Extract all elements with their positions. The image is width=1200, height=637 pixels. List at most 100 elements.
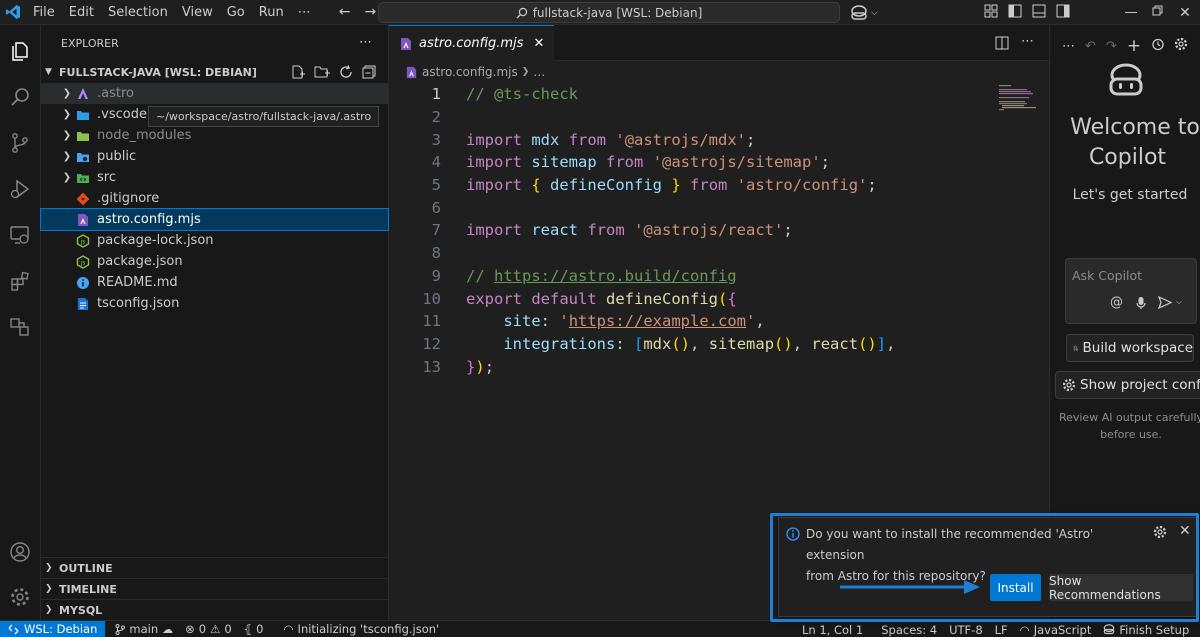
tree-item-astro-folder[interactable]: ❯ .astro <box>41 83 388 104</box>
mysql-section[interactable]: ❯ MYSQL <box>41 599 388 620</box>
menu-view[interactable]: View <box>175 0 220 25</box>
tree-item-astro-config[interactable]: astro.config.mjs <box>40 208 389 231</box>
run-debug-icon[interactable] <box>8 177 32 201</box>
outline-label: OUTLINE <box>59 561 113 575</box>
code-editor[interactable]: 1// @ts-check 2 3 import mdx from '@astro… <box>389 83 999 378</box>
git-branch-icon <box>115 623 126 635</box>
history-icon[interactable] <box>1151 38 1164 55</box>
new-chat-icon[interactable]: + <box>1127 36 1141 56</box>
new-file-icon[interactable] <box>291 65 305 82</box>
tree-item-tsconfig[interactable]: tsconfig.json <box>41 293 388 314</box>
more-actions-icon[interactable]: ⋯ <box>359 35 373 50</box>
menu-selection[interactable]: Selection <box>101 0 175 25</box>
remote-icon <box>8 624 19 634</box>
send-icon[interactable] <box>1157 295 1173 313</box>
tab-astro-config[interactable]: astro.config.mjs ✕ <box>389 25 555 61</box>
toggle-primary-sidebar-icon[interactable] <box>1008 4 1022 22</box>
encoding[interactable]: UTF-8 <box>943 623 989 637</box>
restore-icon[interactable] <box>1144 5 1170 20</box>
ports-indicator[interactable]: ⦃ 0 <box>238 622 270 636</box>
menu-more[interactable]: ⋯ <box>291 0 318 25</box>
undo-icon[interactable]: ↶ <box>1085 39 1096 54</box>
tree-item-label: node_modules <box>97 128 192 143</box>
problems-indicator[interactable]: ⊗ 0 ⚠ 0 <box>179 622 238 636</box>
accounts-icon[interactable] <box>8 540 32 564</box>
breadcrumb-more[interactable]: … <box>533 65 545 79</box>
extensions-icon[interactable] <box>8 269 32 293</box>
notifications-bell-icon[interactable]: 🕭 <box>1195 620 1200 637</box>
loading-spinner-icon: ◠ <box>1019 622 1030 637</box>
customize-layout-icon[interactable] <box>984 4 998 22</box>
line-number: 4 <box>431 153 441 172</box>
copilot-more-icon[interactable]: ⋯ <box>1062 39 1075 54</box>
line-number: 13 <box>422 357 441 376</box>
line-number: 10 <box>422 289 441 308</box>
build-workspace-button[interactable]: Build workspace <box>1066 334 1194 362</box>
minimap[interactable] <box>997 83 1039 113</box>
language-label: JavaScript <box>1033 622 1092 637</box>
show-project-config-label: Show project config <box>1080 377 1200 393</box>
explorer-icon[interactable] <box>8 39 32 63</box>
tree-item-public-folder[interactable]: ❯ public <box>41 146 388 167</box>
cursor-position[interactable]: Ln 1, Col 1 <box>796 623 869 637</box>
finish-setup-button[interactable]: Finish Setup <box>1097 623 1195 637</box>
close-window-icon[interactable]: ✕ <box>1170 5 1200 21</box>
minimize-icon[interactable]: — <box>1118 5 1144 20</box>
tree-item-node-modules-folder[interactable]: ❯ node_modules <box>41 125 388 146</box>
chevron-down-icon[interactable]: ⌵ <box>1176 297 1182 307</box>
vscode-logo-icon[interactable] <box>0 0 26 25</box>
breadcrumb-file[interactable]: astro.config.mjs <box>422 65 518 79</box>
nodejs-icon: js <box>75 233 91 249</box>
workspace-root[interactable]: ▼ FULLSTACK-JAVA [WSL: DEBIAN] <box>41 61 388 83</box>
task-status: ◠ Initializing 'tsconfig.json' <box>278 622 446 636</box>
tree-item-package-lock[interactable]: js package-lock.json <box>41 230 388 251</box>
menu-edit[interactable]: Edit <box>62 0 101 25</box>
new-folder-icon[interactable] <box>314 65 330 82</box>
source-control-icon[interactable] <box>8 131 32 155</box>
toggle-secondary-sidebar-icon[interactable] <box>1056 4 1070 22</box>
indentation[interactable]: Spaces: 4 <box>875 623 943 637</box>
tree-item-package-json[interactable]: js package.json <box>41 251 388 272</box>
collapse-all-icon[interactable] <box>362 65 376 82</box>
path-tooltip: ~/workspace/astro/fullstack-java/.astro <box>148 106 380 127</box>
tree-item-readme[interactable]: README.md <box>41 272 388 293</box>
end-of-line[interactable]: LF <box>989 623 1014 637</box>
menu-go[interactable]: Go <box>220 0 252 25</box>
ask-copilot-input[interactable]: Ask Copilot @ ⌵ <box>1065 258 1197 324</box>
microphone-icon[interactable] <box>1136 296 1146 314</box>
line-number: 2 <box>431 108 441 127</box>
menu-file[interactable]: File <box>26 0 62 25</box>
outline-section[interactable]: ❯ OUTLINE <box>41 557 388 578</box>
settings-gear-icon[interactable] <box>1174 37 1188 55</box>
show-project-config-button[interactable]: Show project config <box>1055 371 1200 399</box>
menu-run[interactable]: Run <box>252 0 291 25</box>
line-number: 6 <box>431 198 441 217</box>
branch-indicator[interactable]: main ☁ <box>109 622 179 636</box>
copilot-icon <box>851 4 867 20</box>
line-number: 11 <box>422 312 441 331</box>
remote-explorer-icon[interactable] <box>8 223 32 247</box>
tree-item-gitignore[interactable]: .gitignore <box>41 188 388 209</box>
tree-item-label: .gitignore <box>97 191 160 206</box>
copilot-icon <box>1104 624 1115 635</box>
mention-icon[interactable]: @ <box>1110 295 1123 310</box>
timeline-section[interactable]: ❯ TIMELINE <box>41 578 388 599</box>
back-arrow-icon[interactable]: ← <box>332 4 358 20</box>
search-icon <box>516 7 527 18</box>
split-editor-icon[interactable] <box>995 36 1009 54</box>
remote-indicator[interactable]: WSL: Debian <box>0 620 106 637</box>
refresh-icon[interactable] <box>339 65 353 82</box>
editor-more-icon[interactable]: ⋯ <box>1021 34 1034 49</box>
toggle-panel-icon[interactable] <box>1032 4 1046 22</box>
redo-icon[interactable]: ↷ <box>1106 39 1117 54</box>
command-center[interactable]: fullstack-java [WSL: Debian] <box>378 2 840 23</box>
tree-item-src-folder[interactable]: ❯ src <box>41 167 388 188</box>
manage-gear-icon[interactable] <box>8 585 32 609</box>
containers-icon[interactable] <box>8 315 32 339</box>
search-icon[interactable] <box>8 85 32 109</box>
line-number: 12 <box>422 334 441 353</box>
sync-cloud-icon[interactable]: ☁ <box>162 623 173 636</box>
copilot-menu[interactable]: ⌵ <box>850 0 878 25</box>
close-tab-icon[interactable]: ✕ <box>533 36 544 51</box>
language-mode[interactable]: ◠ JavaScript <box>1014 623 1098 637</box>
